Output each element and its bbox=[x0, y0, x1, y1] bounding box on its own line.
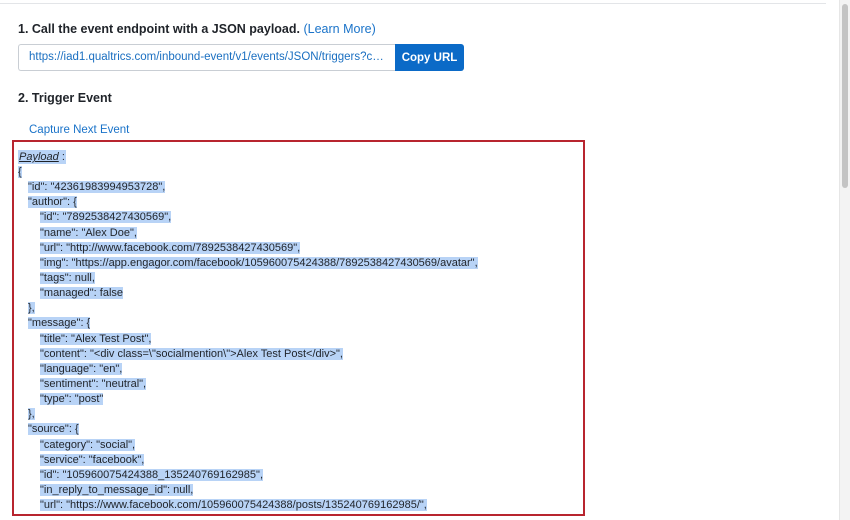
payload-line: "type": "post" bbox=[40, 393, 104, 406]
payload-line: "in_reply_to_message_id": null, bbox=[40, 483, 194, 496]
payload-line: }, bbox=[28, 302, 35, 315]
copy-url-button[interactable]: Copy URL bbox=[395, 44, 464, 71]
payload-panel[interactable]: Payload : { "id": "42361983994953728", "… bbox=[12, 140, 585, 516]
payload-line: "content": "<div class=\"socialmention\"… bbox=[40, 347, 343, 360]
payload-label-word: Payload bbox=[19, 151, 59, 163]
payload-line: "service": "facebook", bbox=[40, 453, 145, 466]
capture-next-event-link[interactable]: Capture Next Event bbox=[29, 124, 129, 136]
step2-heading: 2. Trigger Event bbox=[18, 91, 112, 105]
payload-line: "category": "social", bbox=[40, 438, 136, 451]
event-endpoint-url-field[interactable]: https://iad1.qualtrics.com/inbound-event… bbox=[18, 44, 395, 71]
payload-line: "author": { bbox=[28, 196, 77, 209]
payload-line: "title": "Alex Test Post", bbox=[40, 332, 152, 345]
payload-line: "managed": false bbox=[40, 287, 124, 300]
payload-code: { "id": "42361983994953728", "author": {… bbox=[18, 165, 478, 513]
payload-line: "message": { bbox=[28, 317, 91, 330]
step1-heading-text: 1. Call the event endpoint with a JSON p… bbox=[18, 22, 300, 36]
payload-line: "tags": null, bbox=[40, 271, 95, 284]
payload-line: "language": "en", bbox=[40, 362, 123, 375]
payload-line: "url": "https://www.facebook.com/1059600… bbox=[40, 499, 427, 512]
learn-more-link[interactable]: (Learn More) bbox=[303, 22, 375, 36]
top-divider bbox=[0, 0, 826, 4]
payload-line: { bbox=[18, 166, 22, 178]
payload-label-separator: : bbox=[58, 151, 65, 163]
payload-line: "id": "105960075424388_135240769162985", bbox=[40, 468, 263, 481]
scrollbar-thumb[interactable] bbox=[842, 4, 848, 188]
step1-heading: 1. Call the event endpoint with a JSON p… bbox=[18, 22, 376, 36]
payload-line: "img": "https://app.engagor.com/facebook… bbox=[40, 256, 478, 269]
payload-line: }, bbox=[28, 408, 35, 421]
payload-line: "id": "7892538427430569", bbox=[40, 211, 172, 224]
payload-line: "source": { bbox=[28, 423, 79, 436]
payload-line: "id": "42361983994953728", bbox=[28, 181, 166, 194]
payload-label: Payload : bbox=[18, 150, 66, 164]
payload-line: "name": "Alex Doe", bbox=[40, 226, 137, 239]
page-scrollbar[interactable] bbox=[839, 0, 850, 520]
payload-line: "sentiment": "neutral", bbox=[40, 377, 147, 390]
payload-line: "url": "http://www.facebook.com/78925384… bbox=[40, 241, 301, 254]
